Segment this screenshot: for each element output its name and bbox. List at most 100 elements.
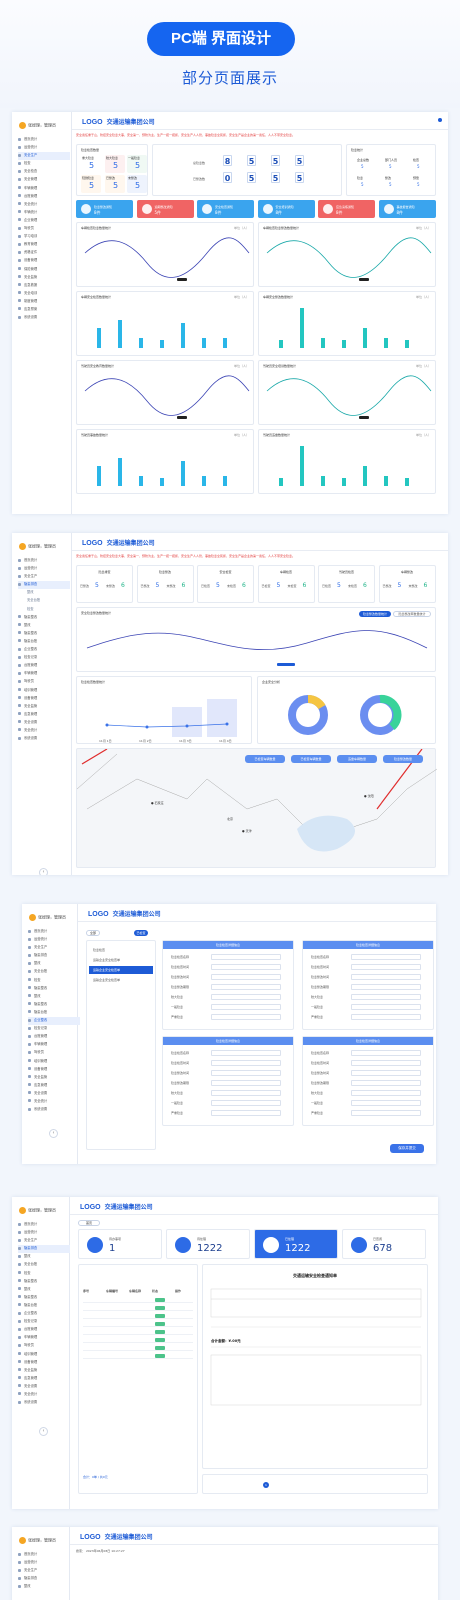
summary-card[interactable]: 已查阅 678 bbox=[342, 1229, 426, 1259]
form-field[interactable] bbox=[351, 1110, 421, 1116]
form-field[interactable] bbox=[351, 954, 421, 960]
notice-tile[interactable]: 隐患整改通知 8件 bbox=[76, 200, 133, 218]
form-field[interactable] bbox=[211, 964, 281, 970]
sidebar-item[interactable]: 整改 bbox=[28, 993, 80, 1001]
page-1[interactable]: 1 bbox=[263, 1482, 269, 1488]
sidebar-item[interactable]: 车辆管理 bbox=[18, 1334, 70, 1342]
sidebar-item[interactable]: 驾驶员 bbox=[18, 225, 70, 233]
notice-tile[interactable]: 事故报告通知 8件 bbox=[378, 200, 436, 218]
sidebar-item[interactable]: 检查记录 bbox=[28, 1025, 80, 1033]
sidebar-item[interactable]: 运营统计 bbox=[18, 1559, 70, 1567]
form-field[interactable] bbox=[351, 984, 421, 990]
sidebar-item[interactable]: 运营统计 bbox=[28, 936, 80, 944]
sidebar-item[interactable]: 整改 bbox=[18, 1253, 70, 1261]
summary-card[interactable]: 待办事项 1 bbox=[78, 1229, 162, 1259]
form-field[interactable] bbox=[351, 1070, 421, 1076]
table-row[interactable] bbox=[83, 1329, 193, 1335]
sidebar-item[interactable]: 企业整改 bbox=[28, 1017, 80, 1026]
sidebar-item[interactable]: 隐患整改 bbox=[18, 1294, 70, 1302]
notice-tile[interactable]: 应急演练通知 8件 bbox=[318, 200, 375, 218]
sidebar-item[interactable]: 安全监管 bbox=[18, 1367, 70, 1375]
sidebar-item[interactable]: 安全统计 bbox=[18, 727, 70, 735]
sidebar-item[interactable]: 企业整改 bbox=[18, 1310, 70, 1318]
sidebar-item[interactable]: 隐患台账 bbox=[18, 638, 70, 646]
form-field[interactable] bbox=[351, 964, 421, 970]
sidebar-item[interactable]: 隐患台账 bbox=[18, 1302, 70, 1310]
form-field[interactable] bbox=[351, 994, 421, 1000]
sidebar-item[interactable]: 运营统计 bbox=[18, 565, 70, 573]
table-row[interactable] bbox=[83, 1321, 193, 1327]
collapse-icon[interactable]: ‹ bbox=[39, 868, 48, 875]
map-filter-button[interactable]: 违章车辆数量 bbox=[337, 755, 377, 763]
sidebar-item[interactable]: 隐患台账 bbox=[28, 1009, 80, 1017]
sidebar-item[interactable]: 培训管理 bbox=[28, 1058, 80, 1066]
sidebar-item[interactable]: 企业整改 bbox=[18, 646, 70, 654]
sidebar-item[interactable]: 安全监管 bbox=[18, 274, 70, 282]
sidebar-item[interactable]: 系统设置 bbox=[28, 1106, 80, 1114]
check-list-item[interactable]: 隐患检查 bbox=[89, 946, 153, 954]
sidebar-item[interactable]: 安全生产 bbox=[18, 1237, 70, 1245]
sidebar-item[interactable]: 整改 bbox=[18, 1286, 70, 1294]
sidebar-item[interactable]: 首页统计 bbox=[18, 136, 70, 144]
sidebar-item[interactable]: 安全设置 bbox=[18, 1383, 70, 1391]
table-row[interactable] bbox=[83, 1337, 193, 1343]
sidebar-item[interactable]: 首页统计 bbox=[18, 557, 70, 565]
check-list-item[interactable]: 运输企业安全检查单 bbox=[89, 966, 153, 974]
sidebar-item[interactable]: 企业管理 bbox=[18, 217, 70, 225]
form-field[interactable] bbox=[211, 954, 281, 960]
map-filter-button[interactable]: 已检查车辆数量 bbox=[291, 755, 331, 763]
collapse-icon[interactable]: ‹ bbox=[39, 1427, 48, 1436]
sidebar-item[interactable]: 制度管理 bbox=[18, 298, 70, 306]
sidebar-item[interactable]: 检查 bbox=[18, 606, 70, 614]
sidebar-item[interactable]: 安全监管 bbox=[18, 703, 70, 711]
sidebar-item[interactable]: 安全生产 bbox=[28, 944, 80, 952]
sidebar-item[interactable]: 设备管理 bbox=[28, 1066, 80, 1074]
form-field[interactable] bbox=[211, 974, 281, 980]
sidebar-item[interactable]: 安全台账 bbox=[18, 597, 70, 605]
form-field[interactable] bbox=[351, 1060, 421, 1066]
form-field[interactable] bbox=[211, 1070, 281, 1076]
sidebar-item[interactable]: 安全统计 bbox=[18, 201, 70, 209]
sidebar-item[interactable]: 驾驶员 bbox=[18, 1342, 70, 1350]
form-field[interactable] bbox=[211, 1004, 281, 1010]
save-submit-button[interactable]: 保存并提交 bbox=[390, 1144, 424, 1153]
form-field[interactable] bbox=[211, 1060, 281, 1066]
sidebar-item[interactable]: 车辆管理 bbox=[18, 185, 70, 193]
sidebar-item[interactable]: 隐患排查 bbox=[18, 1575, 70, 1583]
sidebar-item[interactable]: 培训管理 bbox=[18, 1351, 70, 1359]
form-field[interactable] bbox=[211, 984, 281, 990]
sidebar-item[interactable]: 隐患排查 bbox=[18, 581, 70, 590]
sidebar-item[interactable]: 安全检查 bbox=[18, 168, 70, 176]
form-field[interactable] bbox=[211, 994, 281, 1000]
form-field[interactable] bbox=[211, 1100, 281, 1106]
sidebar-item[interactable]: 整改 bbox=[18, 1583, 70, 1591]
form-field[interactable] bbox=[351, 1100, 421, 1106]
sidebar-item[interactable]: 检查记录 bbox=[18, 654, 70, 662]
sidebar-item[interactable]: 培训管理 bbox=[18, 687, 70, 695]
sidebar-item[interactable]: 首页统计 bbox=[18, 1551, 70, 1559]
sidebar-item[interactable]: 安全统计 bbox=[28, 1098, 80, 1106]
sidebar-item[interactable]: 安全统计 bbox=[18, 1391, 70, 1399]
sidebar-item[interactable]: 检查记录 bbox=[18, 1318, 70, 1326]
sidebar-item[interactable]: 运营统计 bbox=[18, 144, 70, 152]
notification-icon[interactable] bbox=[438, 118, 442, 122]
sidebar-item[interactable]: 应急管理 bbox=[28, 1082, 80, 1090]
sidebar-item[interactable]: 系统设置 bbox=[18, 314, 70, 322]
sidebar-item[interactable]: 安全培训 bbox=[18, 290, 70, 298]
sidebar-item[interactable]: 教育管理 bbox=[18, 241, 70, 249]
sidebar-item[interactable]: 车辆管理 bbox=[28, 1041, 80, 1049]
form-field[interactable] bbox=[351, 1090, 421, 1096]
collapse-icon[interactable]: ‹ bbox=[49, 1129, 58, 1138]
filter-all-button[interactable]: 全部 bbox=[86, 930, 100, 936]
sidebar-item[interactable]: 台账管理 bbox=[18, 662, 70, 670]
sidebar-item[interactable]: 安全设置 bbox=[28, 1090, 80, 1098]
sidebar-item[interactable]: 设备管理 bbox=[18, 695, 70, 703]
sidebar-item[interactable]: 安全生产 bbox=[18, 1567, 70, 1575]
summary-card[interactable]: 已处理 1222 bbox=[254, 1229, 338, 1259]
sidebar-item[interactable]: 台账管理 bbox=[18, 1326, 70, 1334]
filter-checked-button[interactable]: 已检查 bbox=[134, 930, 148, 936]
map-filter-button[interactable]: 隐患整改数量 bbox=[383, 755, 423, 763]
sidebar-item[interactable]: 设备管理 bbox=[18, 257, 70, 265]
sidebar-item[interactable]: 隐患整改 bbox=[28, 1001, 80, 1009]
sidebar-item[interactable]: 隐患排查 bbox=[28, 952, 80, 960]
